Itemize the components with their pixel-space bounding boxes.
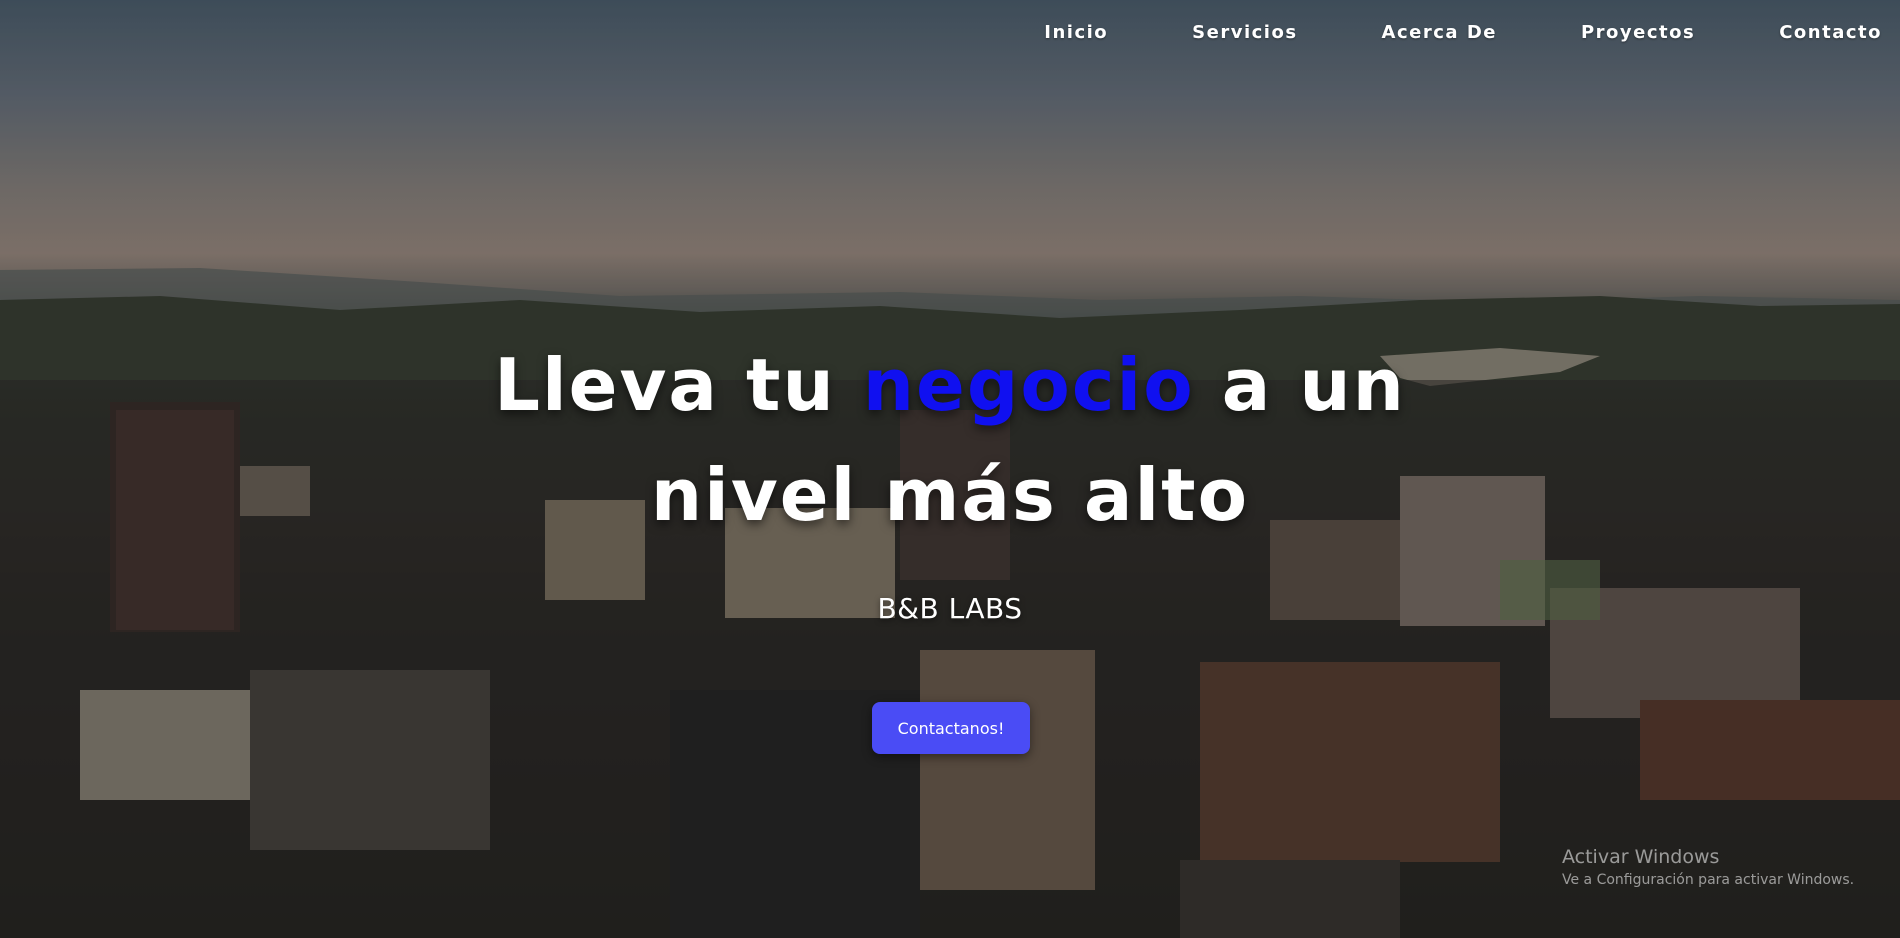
nav-item-proyectos[interactable]: Proyectos	[1581, 22, 1695, 43]
nav-item-inicio[interactable]: Inicio	[1044, 22, 1108, 43]
contact-button[interactable]: Contactanos!	[872, 702, 1030, 754]
nav-item-acerca-de[interactable]: Acerca De	[1382, 22, 1497, 43]
hero-headline: Lleva tu negocio a un nivel más alto	[0, 330, 1900, 550]
watermark-subtitle: Ve a Configuración para activar Windows.	[1562, 872, 1855, 888]
headline-text-start: Lleva tu	[494, 343, 863, 427]
headline-accent-word: negocio	[862, 343, 1195, 427]
headline-text-end: a un	[1194, 343, 1406, 427]
headline-line-two: nivel más alto	[650, 453, 1250, 537]
brand-name: B&B LABS	[877, 592, 1023, 625]
watermark-title: Activar Windows	[1562, 846, 1720, 868]
hero-section: Inicio Servicios Acerca De Proyectos Con…	[0, 0, 1900, 938]
main-nav: Inicio Servicios Acerca De Proyectos Con…	[960, 22, 1882, 43]
nav-item-servicios[interactable]: Servicios	[1192, 22, 1297, 43]
windows-activation-watermark: Activar Windows Ve a Configuración para …	[1562, 846, 1854, 888]
nav-item-contacto[interactable]: Contacto	[1779, 22, 1882, 43]
